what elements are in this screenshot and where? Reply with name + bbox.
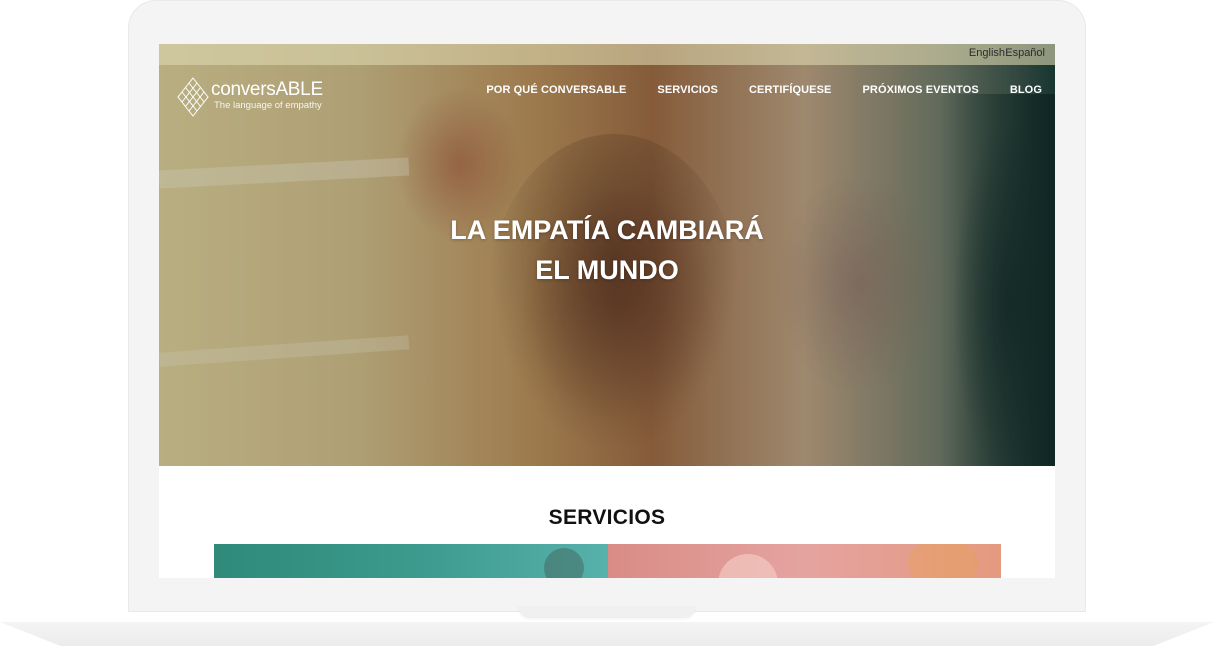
logo-wordmark-lower: convers bbox=[211, 79, 276, 100]
nav-item-blog[interactable]: BLOG bbox=[1010, 84, 1042, 96]
service-card-image bbox=[718, 554, 778, 578]
nav-item-servicios[interactable]: SERVICIOS bbox=[657, 84, 718, 96]
logo-wordmark: conversABLE bbox=[211, 79, 323, 101]
browser-screen: English Español conversABLE The language… bbox=[159, 44, 1055, 578]
laptop-notch bbox=[518, 606, 696, 618]
service-card-image bbox=[908, 544, 978, 578]
logo-tagline: The language of empathy bbox=[214, 100, 322, 111]
hero-title-line-1: LA EMPATÍA CAMBIARÁ bbox=[450, 215, 764, 245]
laptop-base bbox=[0, 622, 1214, 646]
site-logo[interactable]: conversABLE The language of empathy bbox=[177, 77, 337, 117]
nav-item-por-que-conversable[interactable]: POR QUÉ CONVERSABLE bbox=[486, 84, 626, 96]
nav-item-certifiquese[interactable]: CERTIFÍQUESE bbox=[749, 84, 832, 96]
hero-section: English Español conversABLE The language… bbox=[159, 44, 1055, 466]
diamond-logo-icon bbox=[177, 77, 209, 117]
service-card-teal[interactable] bbox=[214, 544, 608, 578]
nav-item-proximos-eventos[interactable]: PRÓXIMOS EVENTOS bbox=[863, 84, 979, 96]
language-spanish-link[interactable]: Español bbox=[1005, 47, 1045, 59]
hero-title: LA EMPATÍA CAMBIARÁ EL MUNDO bbox=[159, 210, 1055, 290]
main-navigation: POR QUÉ CONVERSABLE SERVICIOS CERTIFÍQUE… bbox=[455, 84, 1042, 96]
service-card-pink[interactable] bbox=[608, 544, 1001, 578]
service-card-image bbox=[544, 548, 584, 578]
language-bar: English Español bbox=[159, 44, 1055, 65]
services-heading: SERVICIOS bbox=[548, 506, 666, 529]
hero-title-line-2: EL MUNDO bbox=[535, 255, 679, 285]
language-english-link[interactable]: English bbox=[969, 47, 1005, 59]
logo-wordmark-upper: ABLE bbox=[275, 79, 323, 100]
